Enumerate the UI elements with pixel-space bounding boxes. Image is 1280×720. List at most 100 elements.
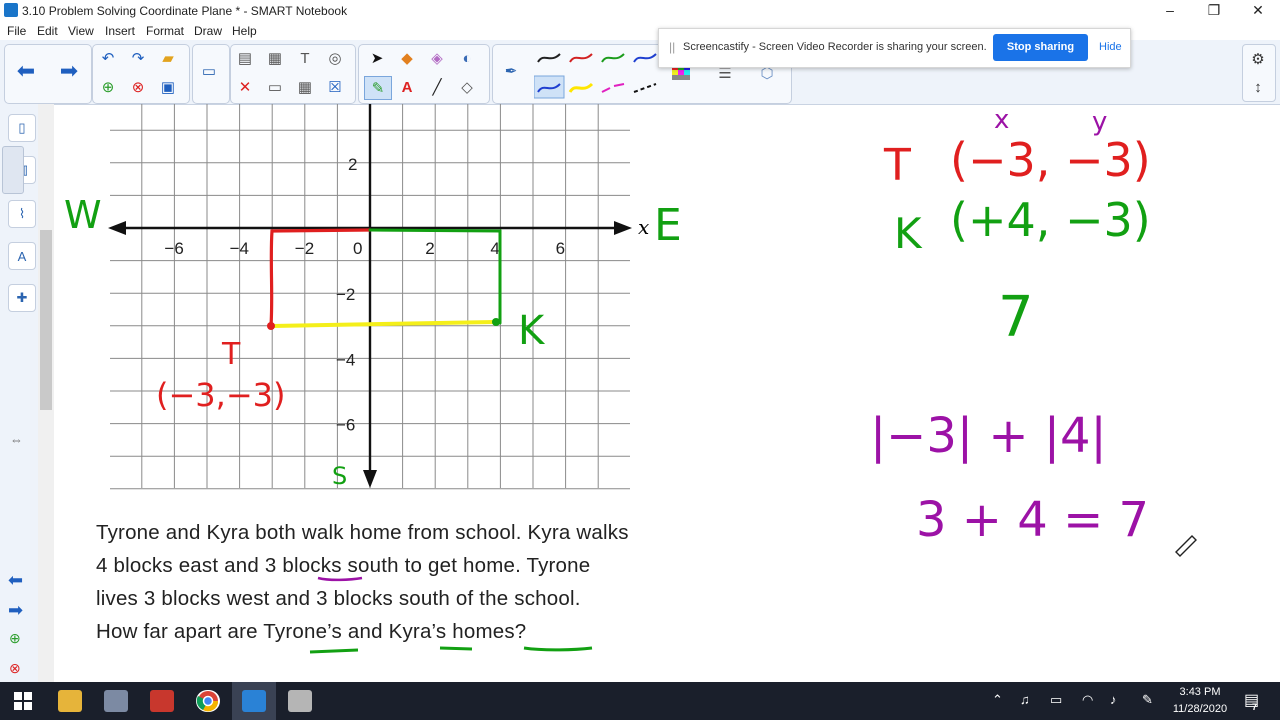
screen-share-banner: || Screencastify - Screen Video Recorder… xyxy=(658,28,1131,68)
add-page-side-icon[interactable]: ⊕ xyxy=(9,630,21,647)
forward-arrow-icon[interactable]: ➡ xyxy=(56,58,82,83)
addons-icon[interactable]: ✚ xyxy=(8,284,36,312)
minimize-button[interactable]: – xyxy=(1148,0,1192,22)
y-tick-label: 2 xyxy=(348,155,357,174)
magic-pen-tool-icon[interactable]: ✒ xyxy=(498,60,524,82)
magnify-icon[interactable]: ◎ xyxy=(322,47,348,69)
underline-homes xyxy=(523,646,593,652)
fill-icon[interactable]: ◆ xyxy=(394,47,420,69)
add-page-icon[interactable]: ⊕ xyxy=(95,76,121,98)
pen-sample-magenta[interactable] xyxy=(601,83,625,93)
restore-button[interactable]: ❐ xyxy=(1192,0,1236,22)
right-kyra-label: K xyxy=(894,209,923,258)
notes-app-icon[interactable] xyxy=(104,690,128,712)
kyra-home-point xyxy=(492,318,500,326)
x-tick-label: 0 xyxy=(353,239,362,258)
delete-page-icon[interactable]: ⊗ xyxy=(125,76,151,98)
menu-file[interactable]: File xyxy=(7,24,26,38)
pen-sample-green[interactable] xyxy=(601,53,625,63)
back-arrow-icon[interactable]: ⬅ xyxy=(13,58,39,83)
volume-icon[interactable]: ♪ xyxy=(1110,692,1117,707)
menu-help[interactable]: Help xyxy=(232,24,257,38)
x-tick-label: 2 xyxy=(425,239,434,258)
properties-tab-icon[interactable]: A xyxy=(8,242,36,270)
clock-date[interactable]: 11/28/2020 xyxy=(1168,703,1232,715)
pen-sample-black[interactable] xyxy=(537,53,561,63)
page-sorter-icon[interactable]: ▯ xyxy=(8,114,36,142)
pen-sample-dashed[interactable] xyxy=(633,83,657,93)
attachments-icon[interactable]: ⌇ xyxy=(8,200,36,228)
notification-count: 7 xyxy=(1252,702,1258,712)
open-folder-icon[interactable]: ▰ xyxy=(155,47,181,69)
delete-icon[interactable]: ✕ xyxy=(232,76,258,98)
pen-workspace-icon[interactable]: ✎ xyxy=(1142,692,1153,708)
smart-notebook-task-icon[interactable] xyxy=(242,690,266,712)
south-label: S xyxy=(332,462,347,490)
problem-line-2-a: 4 blocks east and 3 xyxy=(96,554,283,577)
right-tyrone-label: T xyxy=(883,140,911,191)
resize-icon[interactable]: ↕ xyxy=(1245,76,1271,98)
microphone-icon[interactable]: ♫ xyxy=(1020,692,1030,707)
problem-line-3: lives 3 blocks west and 3 blocks south o… xyxy=(96,587,581,610)
camera-app-icon[interactable] xyxy=(288,690,312,712)
problem-line-1: Tyrone and Kyra both walk home from scho… xyxy=(96,521,629,544)
problem-line-2-b: bloc xyxy=(282,554,321,577)
x-tick-labels: −6 −4 −2 0 2 4 6 xyxy=(164,239,565,258)
text-tool-icon[interactable]: A xyxy=(394,76,420,98)
screen-icon[interactable]: ▭ xyxy=(262,76,288,98)
window-title: 3.10 Problem Solving Coordinate Plane * … xyxy=(22,4,348,18)
delete-page-side-icon[interactable]: ⊗ xyxy=(9,660,21,677)
save-icon[interactable]: ▣ xyxy=(155,76,181,98)
menu-view[interactable]: View xyxy=(68,24,94,38)
redo-icon[interactable]: ↷ xyxy=(125,47,151,69)
underline-tyrones xyxy=(309,648,359,654)
select-icon[interactable]: ➤ xyxy=(364,47,390,69)
pen-sample-yellow[interactable] xyxy=(568,82,594,93)
east-label: E xyxy=(654,200,682,251)
hide-button[interactable]: Hide xyxy=(1099,41,1122,53)
drag-grip-icon[interactable]: || xyxy=(669,40,675,54)
stop-sharing-button[interactable]: Stop sharing xyxy=(993,34,1088,61)
pen-sample-red[interactable] xyxy=(569,53,593,63)
battery-icon[interactable]: ▭ xyxy=(1050,692,1062,708)
x-tick-label: −6 xyxy=(164,239,183,258)
screenshade-icon[interactable]: ▦ xyxy=(262,47,288,69)
wifi-icon[interactable]: ◠ xyxy=(1082,692,1093,708)
paste-icon[interactable]: ▤ xyxy=(232,47,258,69)
chrome-icon[interactable] xyxy=(196,690,220,712)
pen-icon[interactable]: ✎ xyxy=(364,76,392,100)
start-windows-icon[interactable] xyxy=(14,692,32,710)
eraser-tool-icon[interactable]: ◇ xyxy=(454,76,480,98)
x-tick-label: −2 xyxy=(295,239,314,258)
menu-draw[interactable]: Draw xyxy=(194,24,222,38)
gear-icon[interactable]: ⚙ xyxy=(1245,48,1271,70)
menu-edit[interactable]: Edit xyxy=(37,24,58,38)
right-kyra-coordinates: (+4, −3) xyxy=(950,193,1151,247)
eraser-icon[interactable]: ◈ xyxy=(424,47,450,69)
tray-expand-icon[interactable]: ⌃ xyxy=(992,692,1003,708)
table-icon[interactable]: ▦ xyxy=(292,76,318,98)
tyrone-coordinates: (−3,−3) xyxy=(156,376,285,414)
close-window-button[interactable]: ✕ xyxy=(1236,0,1280,22)
text-icon[interactable]: T xyxy=(292,47,318,69)
undo-icon[interactable]: ↶ xyxy=(95,47,121,69)
menu-insert[interactable]: Insert xyxy=(105,24,135,38)
magic-pen-icon[interactable]: ◐ xyxy=(454,47,480,69)
puzzle-app-icon[interactable] xyxy=(150,690,174,712)
panel-collapse-handle[interactable] xyxy=(2,146,24,194)
close-icon[interactable]: ☒ xyxy=(322,76,348,98)
pen-sample-blue[interactable] xyxy=(633,53,657,63)
clock-time[interactable]: 3:43 PM xyxy=(1168,686,1232,698)
sum-expression: 3 + 4 = 7 xyxy=(916,492,1149,548)
y-tick-label: −6 xyxy=(336,416,355,435)
previous-page-icon[interactable]: ⬅ xyxy=(8,570,23,591)
display-icon[interactable]: ▭ xyxy=(196,60,222,82)
panel-resize-icon[interactable]: ⇔ xyxy=(10,432,23,447)
right-tyrone-coordinates: (−3, −3) xyxy=(950,133,1151,187)
file-explorer-icon[interactable] xyxy=(58,690,82,712)
line-icon[interactable]: ╱ xyxy=(424,76,450,98)
west-label: W xyxy=(64,193,102,237)
scrollbar-thumb[interactable] xyxy=(40,230,52,410)
next-page-icon[interactable]: ➡ xyxy=(8,600,23,621)
menu-format[interactable]: Format xyxy=(146,24,184,38)
